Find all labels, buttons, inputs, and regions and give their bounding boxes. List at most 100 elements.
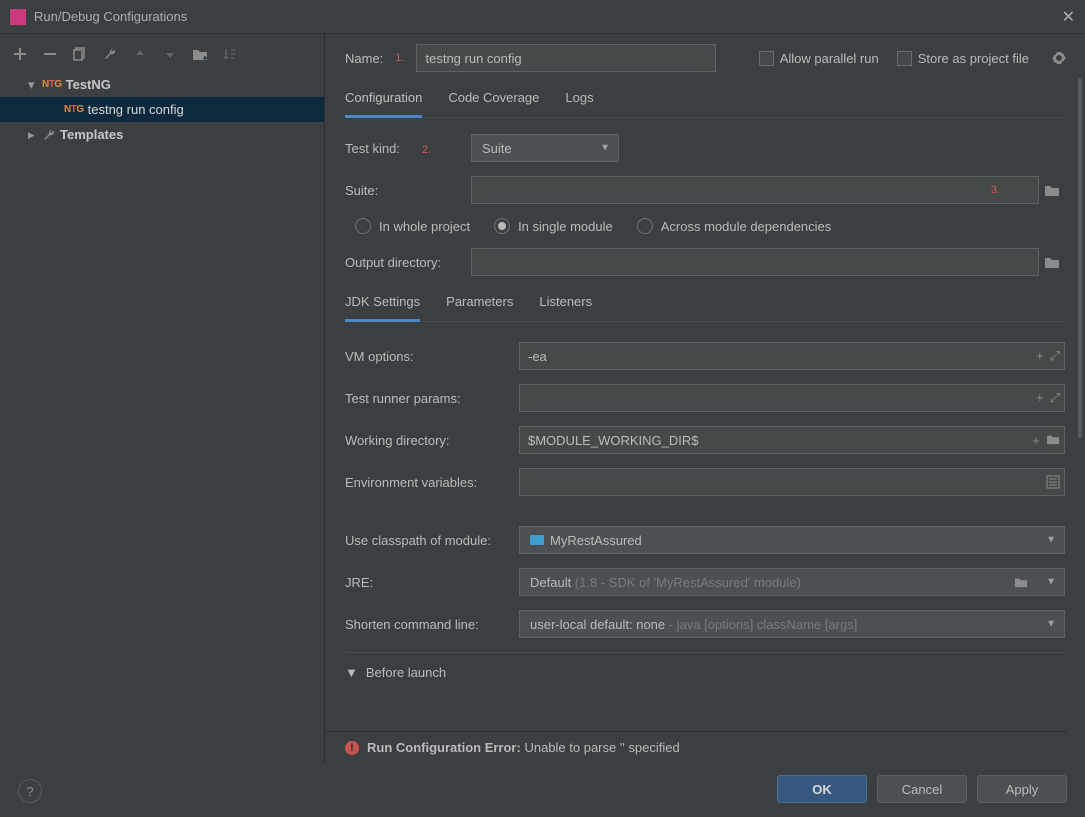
radio-across-modules[interactable]: Across module dependencies	[637, 218, 832, 234]
classpath-select[interactable]: MyRestAssured ▼	[519, 526, 1065, 554]
browse-folder-icon[interactable]	[1039, 248, 1065, 276]
error-message: Unable to parse '' specified	[524, 740, 679, 755]
runner-params-input[interactable]: +⤢	[519, 384, 1065, 412]
dialog-buttons: ? OK Cancel Apply	[0, 763, 1085, 817]
ok-button[interactable]: OK	[777, 775, 867, 803]
classpath-label: Use classpath of module:	[345, 533, 519, 548]
checkbox-label: Store as project file	[918, 51, 1029, 66]
sidebar-toolbar	[0, 42, 324, 72]
help-button[interactable]: ?	[18, 779, 42, 803]
annotation-1: 1.	[395, 52, 404, 64]
annotation-2: 2.	[422, 144, 431, 156]
titlebar: Run/Debug Configurations ✕	[0, 0, 1085, 34]
scope-radio-group: In whole project In single module Across…	[355, 218, 1065, 234]
window-title: Run/Debug Configurations	[34, 9, 187, 24]
subtab-parameters[interactable]: Parameters	[446, 290, 513, 321]
select-value: MyRestAssured	[550, 533, 642, 548]
scrollbar[interactable]	[1075, 78, 1085, 763]
wrench-icon[interactable]	[102, 46, 118, 62]
radio-icon	[637, 218, 653, 234]
shorten-select[interactable]: user-local default: none - java [options…	[519, 610, 1065, 638]
tree-node-run-config[interactable]: NTG testng run config	[0, 97, 324, 122]
tree-label: Templates	[60, 127, 123, 142]
subtab-jdk-settings[interactable]: JDK Settings	[345, 290, 420, 322]
section-label: Before launch	[366, 665, 446, 680]
select-value: Suite	[482, 141, 512, 156]
wrench-icon	[42, 128, 56, 142]
working-dir-label: Working directory:	[345, 433, 519, 448]
radio-icon	[355, 218, 371, 234]
suite-input[interactable]: 3.	[471, 176, 1039, 204]
checkbox-label: Allow parallel run	[780, 51, 879, 66]
move-down-icon[interactable]	[162, 46, 178, 62]
tree-node-testng[interactable]: ▾ NTG TestNG	[0, 72, 324, 97]
output-dir-label: Output directory:	[345, 255, 471, 270]
save-folder-icon[interactable]	[192, 46, 208, 62]
add-icon[interactable]	[12, 46, 28, 62]
error-label: Run Configuration Error:	[367, 740, 521, 755]
copy-icon[interactable]	[72, 46, 88, 62]
tab-code-coverage[interactable]: Code Coverage	[448, 86, 539, 117]
tree-node-templates[interactable]: ▸ Templates	[0, 122, 324, 147]
vm-options-input[interactable]: -ea +⤢	[519, 342, 1065, 370]
checkbox-icon	[897, 51, 912, 66]
chevron-down-icon: ▼	[600, 143, 610, 154]
jre-select[interactable]: Default (1.8 - SDK of 'MyRestAssured' mo…	[519, 568, 1065, 596]
tree-label: testng run config	[88, 102, 184, 117]
gear-icon[interactable]	[1051, 50, 1067, 66]
plus-icon[interactable]: +	[1036, 390, 1044, 406]
before-launch-section[interactable]: ▼ Before launch	[345, 665, 1065, 680]
allow-parallel-checkbox[interactable]: Allow parallel run	[759, 51, 879, 66]
test-kind-label: Test kind: 2.	[345, 141, 471, 156]
main-panel: Name: 1. Allow parallel run Store as pro…	[325, 34, 1085, 763]
chevron-down-icon: ▼	[1046, 619, 1056, 630]
test-kind-select[interactable]: Suite ▼	[471, 134, 619, 162]
tab-logs[interactable]: Logs	[565, 86, 593, 117]
sidebar: ▾ NTG TestNG NTG testng run config ▸ Tem…	[0, 34, 325, 763]
radio-single-module[interactable]: In single module	[494, 218, 613, 234]
move-up-icon[interactable]	[132, 46, 148, 62]
shorten-label: Shorten command line:	[345, 617, 519, 632]
radio-whole-project[interactable]: In whole project	[355, 218, 470, 234]
plus-icon[interactable]: +	[1032, 433, 1040, 448]
chevron-down-icon: ▾	[28, 77, 38, 93]
testng-icon: NTG	[42, 79, 62, 90]
sub-tabs: JDK Settings Parameters Listeners	[345, 290, 1065, 322]
env-vars-label: Environment variables:	[345, 475, 519, 490]
runner-params-label: Test runner params:	[345, 391, 519, 406]
output-dir-input[interactable]	[471, 248, 1039, 276]
config-tree: ▾ NTG TestNG NTG testng run config ▸ Tem…	[0, 72, 324, 763]
sort-icon[interactable]	[222, 46, 238, 62]
plus-icon[interactable]: +	[1036, 348, 1044, 364]
list-icon[interactable]	[1046, 475, 1060, 489]
module-icon	[530, 535, 544, 545]
tab-configuration[interactable]: Configuration	[345, 86, 422, 118]
configuration-form: Test kind: 2. Suite ▼ Suite: 3. In whole…	[325, 118, 1067, 731]
apply-button[interactable]: Apply	[977, 775, 1067, 803]
store-as-project-checkbox[interactable]: Store as project file	[897, 51, 1029, 66]
error-icon: !	[345, 741, 359, 755]
close-icon[interactable]: ✕	[1062, 7, 1075, 27]
browse-folder-icon[interactable]	[1039, 176, 1065, 204]
vm-options-label: VM options:	[345, 349, 519, 364]
main-tabs: Configuration Code Coverage Logs	[345, 86, 1065, 118]
app-logo-icon	[10, 9, 26, 25]
chevron-down-icon: ▼	[1046, 577, 1056, 588]
env-vars-input[interactable]	[519, 468, 1065, 496]
remove-icon[interactable]	[42, 46, 58, 62]
browse-folder-icon[interactable]	[1014, 576, 1028, 588]
tree-label: TestNG	[66, 77, 111, 92]
subtab-listeners[interactable]: Listeners	[539, 290, 592, 321]
cancel-button[interactable]: Cancel	[877, 775, 967, 803]
name-label: Name:	[345, 51, 383, 66]
working-dir-input[interactable]: $MODULE_WORKING_DIR$ +	[519, 426, 1065, 454]
expand-icon[interactable]: ⤢	[1050, 348, 1060, 364]
expand-icon[interactable]: ⤢	[1050, 390, 1060, 406]
divider	[345, 652, 1065, 653]
chevron-down-icon: ▼	[345, 665, 358, 680]
annotation-3: 3.	[991, 184, 1000, 196]
suite-label: Suite:	[345, 183, 471, 198]
name-input[interactable]	[416, 44, 716, 72]
testng-icon: NTG	[64, 104, 84, 115]
browse-folder-icon[interactable]	[1046, 433, 1060, 448]
